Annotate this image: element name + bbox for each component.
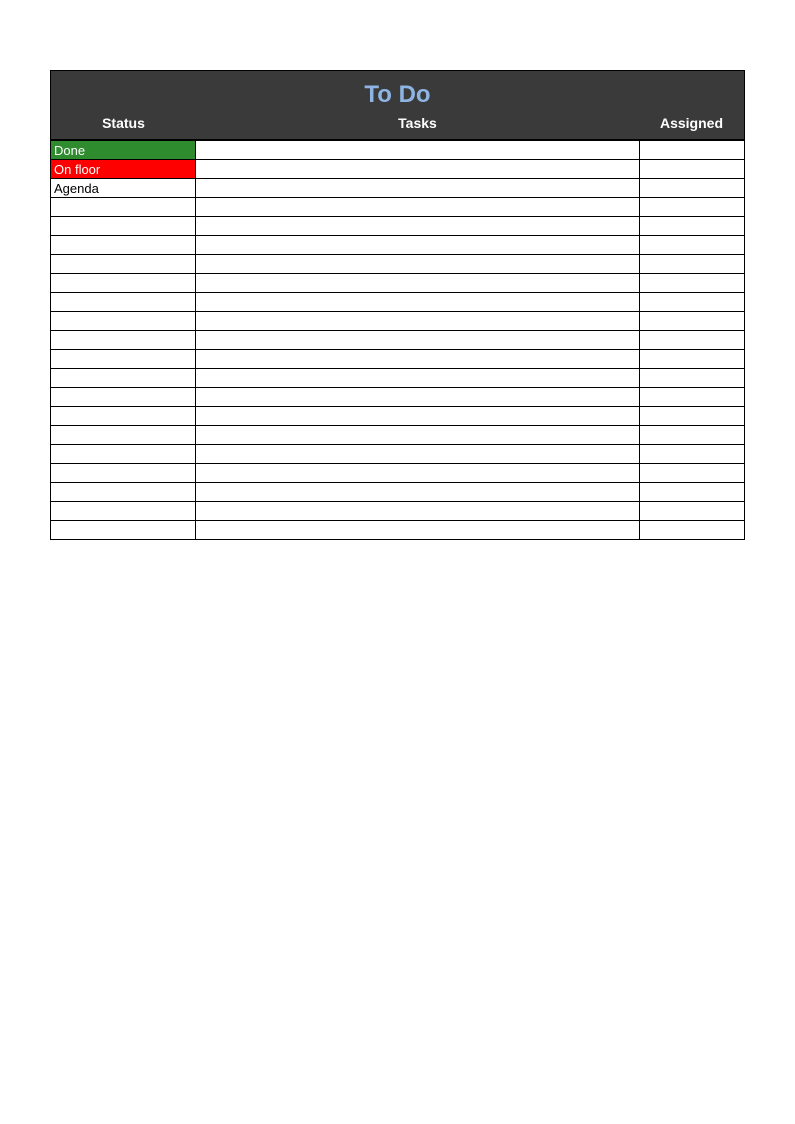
tasks-cell[interactable] [196,274,640,293]
status-cell[interactable]: On floor [51,160,196,179]
tasks-cell[interactable] [196,350,640,369]
status-cell[interactable] [51,407,196,426]
table-row [51,445,745,464]
status-cell[interactable] [51,293,196,312]
assigned-cell[interactable] [640,464,745,483]
todo-container: To Do Status Tasks Assigned DoneOn floor… [50,70,745,540]
status-cell[interactable]: Done [51,141,196,160]
status-cell[interactable]: Agenda [51,179,196,198]
table-row [51,255,745,274]
assigned-cell[interactable] [640,141,745,160]
assigned-cell[interactable] [640,198,745,217]
status-cell[interactable] [51,369,196,388]
tasks-cell[interactable] [196,464,640,483]
status-cell[interactable] [51,521,196,540]
assigned-cell[interactable] [640,179,745,198]
status-cell[interactable] [51,274,196,293]
table-row [51,331,745,350]
tasks-cell[interactable] [196,179,640,198]
assigned-cell[interactable] [640,274,745,293]
todo-table: DoneOn floorAgenda [50,140,745,540]
table-row [51,502,745,521]
table-row [51,388,745,407]
assigned-cell[interactable] [640,331,745,350]
status-cell[interactable] [51,426,196,445]
status-cell[interactable] [51,502,196,521]
table-row [51,350,745,369]
tasks-cell[interactable] [196,483,640,502]
status-cell[interactable] [51,445,196,464]
table-row [51,293,745,312]
column-headers: Status Tasks Assigned [51,115,744,139]
status-cell[interactable] [51,255,196,274]
tasks-cell[interactable] [196,217,640,236]
tasks-cell[interactable] [196,521,640,540]
status-cell[interactable] [51,331,196,350]
assigned-cell[interactable] [640,445,745,464]
table-row [51,426,745,445]
table-row [51,274,745,293]
tasks-cell[interactable] [196,502,640,521]
table-row [51,464,745,483]
table-row [51,407,745,426]
status-cell[interactable] [51,312,196,331]
status-cell[interactable] [51,388,196,407]
assigned-cell[interactable] [640,426,745,445]
tasks-cell[interactable] [196,312,640,331]
tasks-cell[interactable] [196,236,640,255]
status-cell[interactable] [51,350,196,369]
assigned-cell[interactable] [640,521,745,540]
header: To Do Status Tasks Assigned [50,70,745,140]
tasks-cell[interactable] [196,369,640,388]
assigned-cell[interactable] [640,388,745,407]
table-row [51,217,745,236]
tasks-cell[interactable] [196,445,640,464]
assigned-cell[interactable] [640,369,745,388]
tasks-cell[interactable] [196,160,640,179]
tasks-cell[interactable] [196,293,640,312]
tasks-cell[interactable] [196,141,640,160]
tasks-cell[interactable] [196,426,640,445]
table-row: Agenda [51,179,745,198]
tasks-cell[interactable] [196,388,640,407]
table-row [51,369,745,388]
assigned-cell[interactable] [640,483,745,502]
table-row [51,236,745,255]
assigned-cell[interactable] [640,407,745,426]
tasks-cell[interactable] [196,331,640,350]
table-row [51,521,745,540]
status-cell[interactable] [51,217,196,236]
tasks-cell[interactable] [196,198,640,217]
assigned-cell[interactable] [640,236,745,255]
title-row: To Do [51,71,744,115]
status-cell[interactable] [51,236,196,255]
assigned-cell[interactable] [640,160,745,179]
tasks-cell[interactable] [196,255,640,274]
column-header-status: Status [51,115,196,131]
assigned-cell[interactable] [640,293,745,312]
table-row [51,483,745,502]
column-header-tasks: Tasks [196,115,639,131]
tasks-cell[interactable] [196,407,640,426]
assigned-cell[interactable] [640,350,745,369]
status-cell[interactable] [51,464,196,483]
page-title: To Do [364,81,430,108]
assigned-cell[interactable] [640,502,745,521]
assigned-cell[interactable] [640,312,745,331]
table-row [51,198,745,217]
assigned-cell[interactable] [640,217,745,236]
status-cell[interactable] [51,483,196,502]
table-row: Done [51,141,745,160]
table-row: On floor [51,160,745,179]
table-row [51,312,745,331]
assigned-cell[interactable] [640,255,745,274]
column-header-assigned: Assigned [639,115,744,131]
status-cell[interactable] [51,198,196,217]
